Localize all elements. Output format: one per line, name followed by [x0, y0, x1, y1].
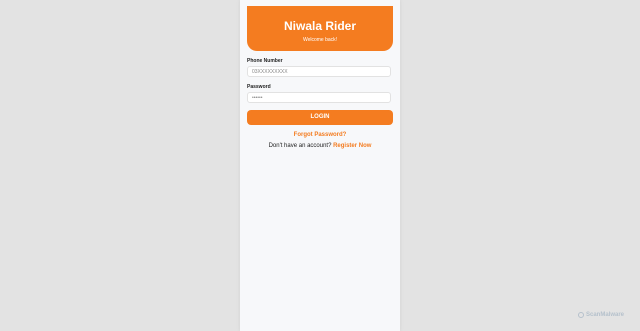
- register-link[interactable]: Register Now: [333, 143, 371, 149]
- password-input[interactable]: ••••••: [247, 92, 391, 103]
- password-label: Password: [247, 84, 271, 90]
- register-prompt: Don't have an account? Register Now: [240, 143, 400, 149]
- phone-label: Phone Number: [247, 58, 283, 64]
- no-account-text: Don't have an account?: [268, 143, 332, 149]
- app-screen: Niwala Rider Welcome back! Phone Number …: [240, 0, 400, 331]
- shield-icon: [578, 312, 584, 318]
- forgot-password-link[interactable]: Forgot Password?: [240, 132, 400, 138]
- app-title: Niwala Rider: [283, 19, 357, 33]
- phone-input[interactable]: 03XXXXXXXXX: [247, 66, 391, 77]
- watermark: ScanMalware: [578, 312, 624, 318]
- welcome-subtitle: Welcome back!: [302, 37, 338, 43]
- login-button[interactable]: LOGIN: [247, 110, 393, 125]
- watermark-text: ScanMalware: [586, 312, 625, 318]
- header-banner: Niwala Rider Welcome back!: [247, 6, 393, 51]
